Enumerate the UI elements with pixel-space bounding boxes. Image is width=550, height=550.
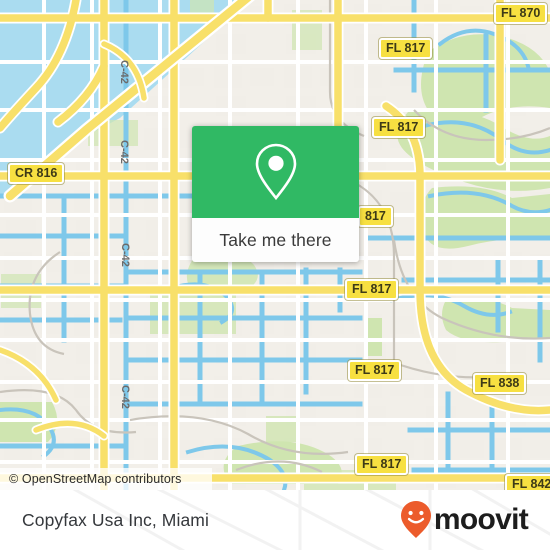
road-shield-fl-817: FL 817 [372,117,426,139]
moovit-logo[interactable]: moovit [399,500,529,540]
canal-label: C-42 [118,140,130,164]
road-shield-fl-817: FL 817 [355,454,409,476]
location-popup-card[interactable]: Take me there [192,126,359,262]
canal-label: C-42 [119,385,131,409]
road-shield-cr-816: CR 816 [8,163,65,185]
popup-pin-area [192,126,359,218]
footer-content: Copyfax Usa Inc, Miami moovit [0,490,550,550]
canal-label: C-42 [118,60,130,84]
location-pin-icon [255,143,296,201]
moovit-pin-smile-icon [400,501,431,538]
moovit-wordmark: moovit [433,503,529,536]
road-shield-fl-838: FL 838 [473,373,527,395]
footer-bar: Copyfax Usa Inc, Miami moovit [0,490,550,550]
road-shield-fl-842: FL 842 [505,474,550,490]
road-shield-fl-817: FL 817 [348,360,402,382]
osm-attribution[interactable]: © OpenStreetMap contributors [0,468,212,490]
road-shield-817: 817 [358,206,393,228]
canal-label: C-42 [119,243,131,267]
road-shield-fl-817: FL 817 [345,279,399,301]
take-me-there-label: Take me there [219,229,332,250]
osm-attribution-text: © OpenStreetMap contributors [9,472,182,486]
road-shield-fl-870: FL 870 [494,3,548,25]
take-me-there-button[interactable]: Take me there [192,218,359,262]
place-title: Copyfax Usa Inc, Miami [22,509,209,530]
road-shield-fl-817: FL 817 [379,38,433,60]
map-page: C-42 C-42 C-42 C-42 FL 870 FL 817 FL 817… [0,0,550,550]
